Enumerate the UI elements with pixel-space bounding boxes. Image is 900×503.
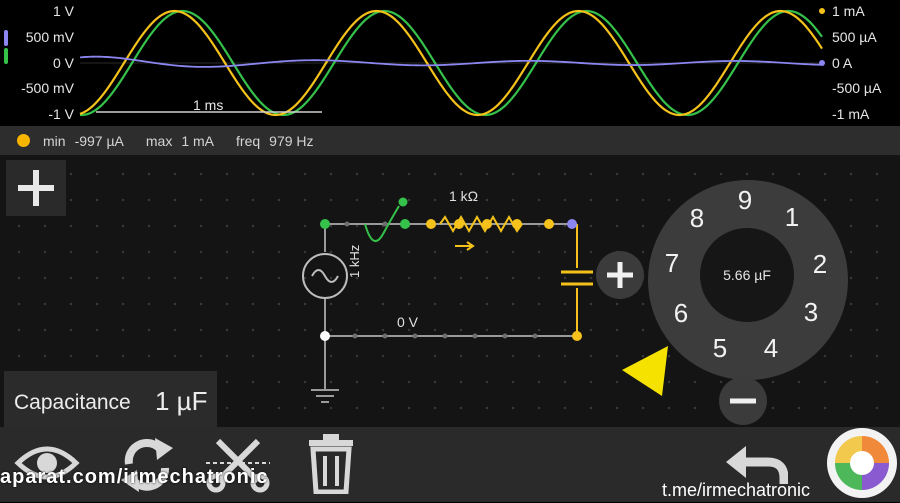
dial-display: 5.66 µF xyxy=(700,228,794,322)
current-probe-dot xyxy=(17,134,30,147)
logo-icon xyxy=(835,436,889,490)
timebase-bar xyxy=(96,111,322,113)
dial-digit-4[interactable]: 4 xyxy=(756,333,786,364)
max-value: 1 mA xyxy=(181,132,215,149)
dial-digit-5[interactable]: 5 xyxy=(705,333,735,364)
add-component-button[interactable] xyxy=(6,160,66,216)
channel-logo xyxy=(827,428,897,498)
max-label: max xyxy=(145,132,173,149)
dial-increase-button[interactable] xyxy=(596,251,644,299)
dial-decrease-button[interactable] xyxy=(719,377,767,425)
freq-label: freq xyxy=(236,132,261,149)
resistor-value-label: 1 kΩ xyxy=(449,188,479,204)
watermark-left: aparat.com/irmechatronic xyxy=(0,466,269,488)
minus-icon xyxy=(730,398,756,404)
trash-icon[interactable] xyxy=(306,434,356,494)
watermark-right: t.me/irmechatronic xyxy=(662,480,811,500)
capacitance-panel[interactable]: Capacitance 1 µF xyxy=(4,371,217,427)
plus-icon xyxy=(18,170,54,206)
dial-digit-7[interactable]: 7 xyxy=(657,248,687,279)
min-label: min xyxy=(43,132,66,149)
dial-digit-3[interactable]: 3 xyxy=(796,297,826,328)
dial-digit-8[interactable]: 8 xyxy=(682,203,712,234)
dial-digit-2[interactable]: 2 xyxy=(805,249,835,280)
dial-digit-6[interactable]: 6 xyxy=(666,298,696,329)
freq-value: 979 Hz xyxy=(269,132,314,149)
dial-digit-9[interactable]: 9 xyxy=(730,185,760,216)
min-value: -997 µA xyxy=(74,132,124,149)
dial-digit-1[interactable]: 1 xyxy=(777,202,807,233)
capacitance-label: Capacitance xyxy=(14,391,131,414)
undo-icon[interactable] xyxy=(724,444,788,484)
plus-icon xyxy=(607,262,633,288)
capacitance-value[interactable]: 1 µF xyxy=(155,386,208,417)
source-frequency-label: 1 kHz xyxy=(347,244,362,278)
timebase-label: 1 ms xyxy=(193,97,224,113)
ground-wire-label: 0 V xyxy=(397,314,419,330)
oscilloscope-panel[interactable]: 1 V 500 mV 0 V -500 mV -1 V 1 mA 500 µA … xyxy=(0,0,900,126)
scope-info-bar: min -997 µA max 1 mA freq 979 Hz xyxy=(0,126,900,155)
